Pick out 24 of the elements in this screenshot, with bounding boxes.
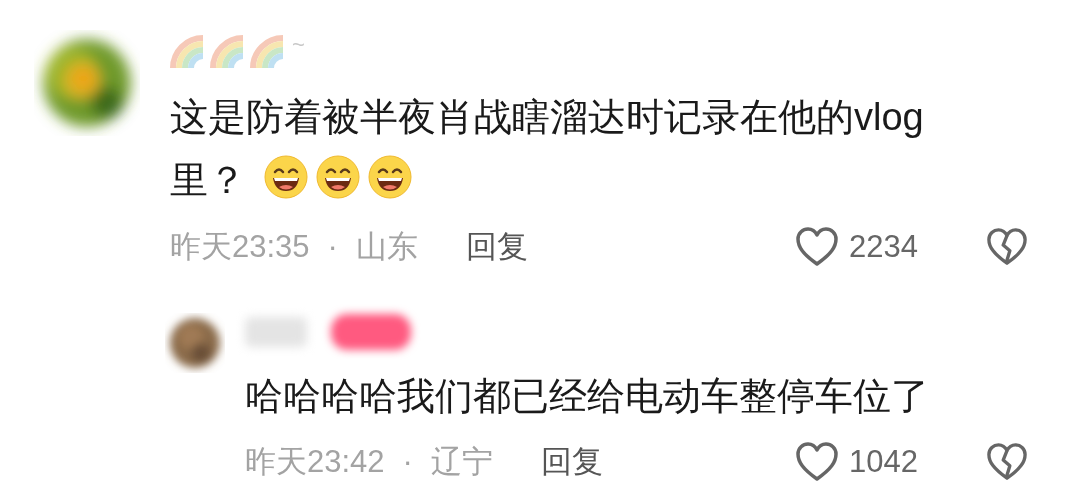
grinning-emoji-icon (368, 155, 412, 199)
separator-dot: · (327, 229, 338, 265)
broken-heart-icon[interactable] (986, 227, 1028, 267)
rainbow-icon (210, 34, 246, 70)
heart-icon[interactable] (795, 441, 840, 483)
username-suffix: ~ (292, 34, 305, 56)
location: 山东 (355, 228, 418, 266)
grinning-emoji-icon (316, 155, 360, 199)
reply-link[interactable]: 回复 (465, 226, 528, 268)
location: 辽宁 (430, 443, 493, 481)
grinning-emoji-icon (264, 155, 308, 199)
like-count: 1042 (849, 444, 918, 480)
comment-text: 这是防着被半夜肖战瞎溜达时记录在他的vlog里？ (170, 95, 925, 203)
comment-text: 哈哈哈哈我们都已经给电动车整停车位了 (245, 374, 930, 419)
heart-icon[interactable] (795, 226, 840, 268)
separator-dot: · (402, 444, 413, 480)
like-count: 2234 (849, 229, 918, 265)
rainbow-icon (250, 34, 286, 70)
broken-heart-icon[interactable] (986, 442, 1028, 482)
comment-time: 昨天23:35 (170, 228, 310, 266)
rainbow-icon (170, 34, 206, 70)
reply-link[interactable]: 回复 (540, 441, 603, 483)
blurred-username (245, 317, 307, 347)
comment-time: 昨天23:42 (245, 443, 385, 481)
